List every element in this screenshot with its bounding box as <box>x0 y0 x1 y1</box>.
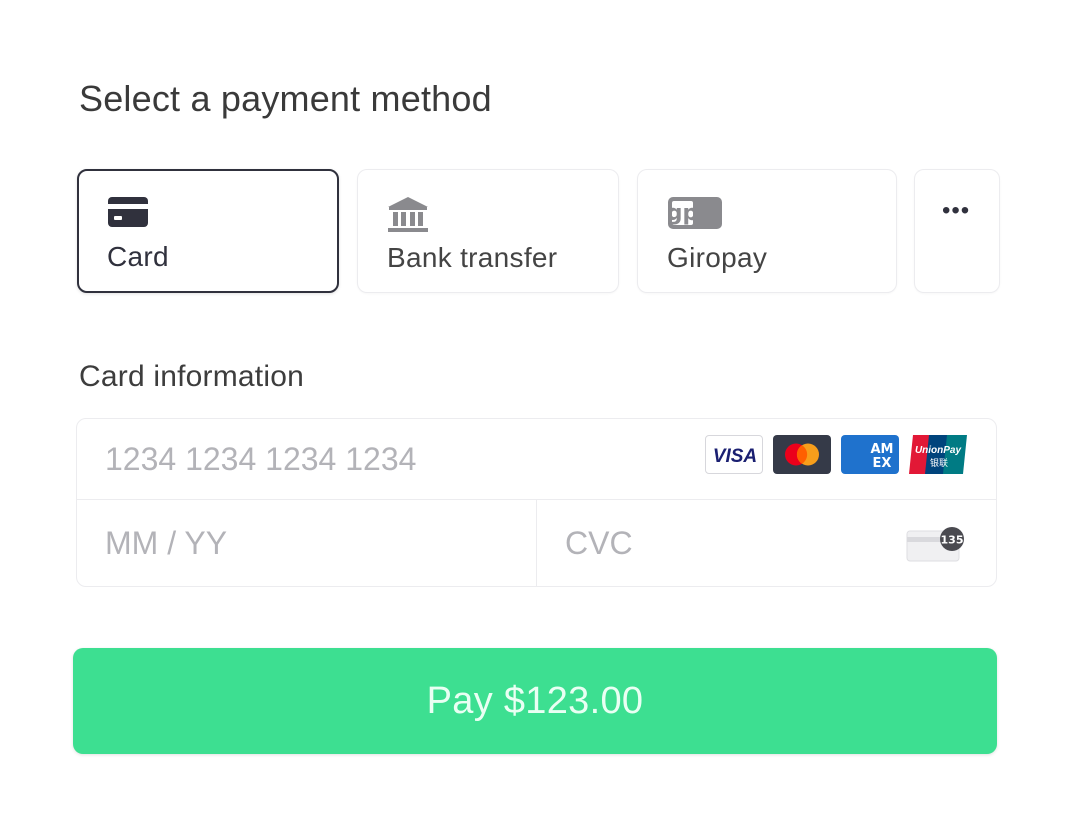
mastercard-icon <box>773 435 831 474</box>
svg-text:银联: 银联 <box>930 457 948 469</box>
bank-icon <box>388 197 428 238</box>
payment-method-giropay[interactable]: gp Giropay <box>637 169 897 293</box>
page-title: Select a payment method <box>79 78 492 119</box>
unionpay-icon: UnionPay 银联 <box>909 435 967 474</box>
payment-form: Select a payment method Card Bank transf <box>0 0 1069 831</box>
card-information-box: VISA AM EX <box>76 418 997 587</box>
cvc-row: 135 <box>537 499 996 586</box>
giropay-logo-g: gp <box>668 201 698 226</box>
cvc-card-icon: 135 <box>905 525 967 568</box>
svg-text:UnionPay: UnionPay <box>915 445 962 456</box>
svg-text:AM: AM <box>871 442 894 457</box>
expiry-date-input[interactable] <box>105 522 505 564</box>
card-information-label: Card information <box>79 360 304 393</box>
amex-icon: AM EX <box>841 435 899 474</box>
payment-method-label: Bank transfer <box>387 242 558 273</box>
expiry-row <box>77 499 537 586</box>
payment-method-card[interactable]: Card <box>77 169 339 293</box>
payment-method-label: Card <box>107 241 169 272</box>
payment-method-bank-transfer[interactable]: Bank transfer <box>357 169 619 293</box>
card-number-row: VISA AM EX <box>77 419 996 500</box>
credit-card-icon <box>108 197 148 232</box>
cvc-badge: 135 <box>941 534 964 547</box>
visa-icon: VISA <box>705 435 763 474</box>
svg-text:EX: EX <box>873 456 892 471</box>
payment-method-label: Giropay <box>667 242 768 273</box>
cvc-input[interactable] <box>565 522 865 564</box>
pay-button[interactable]: Pay $123.00 <box>73 648 997 754</box>
card-number-input[interactable] <box>105 438 665 480</box>
more-icon: ••• <box>942 197 971 224</box>
more-payment-methods-button[interactable]: ••• <box>914 169 1000 293</box>
svg-text:VISA: VISA <box>713 446 757 467</box>
giropay-logo-icon: gp <box>667 197 722 234</box>
